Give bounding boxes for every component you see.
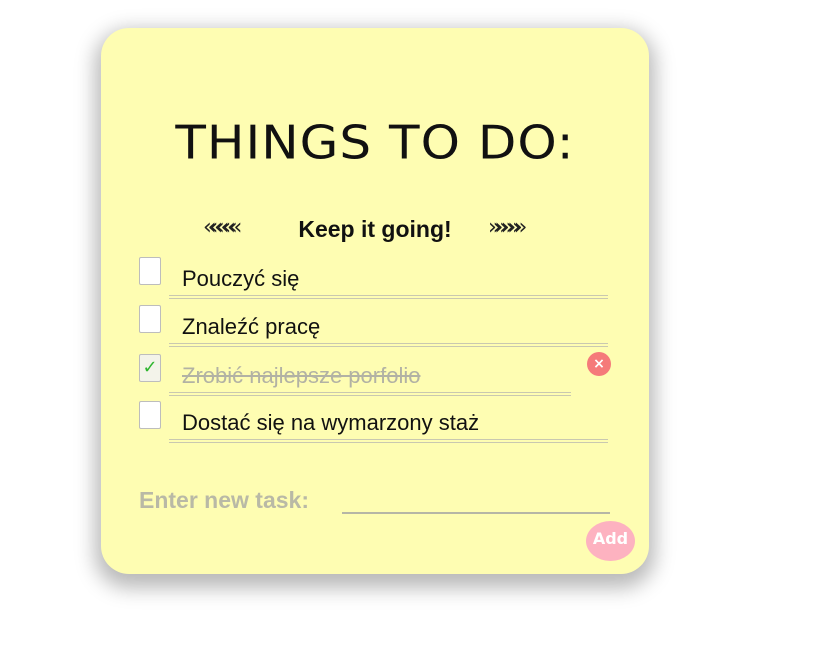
task-checkbox[interactable] [139, 305, 161, 333]
checkmark-icon: ✓ [142, 357, 158, 378]
delete-task-button[interactable]: × [587, 352, 611, 376]
page-title: THINGS TO DO: [175, 116, 575, 170]
subtitle: Keep it going! [298, 216, 452, 242]
task-item: Pouczyć się [101, 257, 649, 301]
task-text[interactable]: Znaleźć pracę [182, 313, 320, 341]
sticky-note: THINGS TO DO: ««««« Keep it going! »»»»»… [101, 28, 649, 574]
task-checkbox[interactable] [139, 257, 161, 285]
task-text[interactable]: Dostać się na wymarzony staż [182, 409, 479, 437]
task-underline [169, 295, 608, 299]
new-task-input[interactable] [342, 484, 610, 514]
task-text[interactable]: Pouczyć się [182, 265, 299, 293]
task-underline [169, 343, 608, 347]
task-item-completed: ✓ Zrobić najlepsze porfolio × [101, 352, 649, 398]
task-checkbox[interactable] [139, 401, 161, 429]
task-underline [169, 392, 571, 396]
subtitle-row: ««««« Keep it going! »»»»» [101, 214, 649, 246]
add-task-button[interactable]: Add [586, 521, 635, 561]
task-item: Dostać się na wymarzony staż [101, 401, 649, 445]
task-underline [169, 439, 608, 443]
task-text[interactable]: Zrobić najlepsze porfolio [182, 362, 420, 390]
close-icon: × [593, 356, 605, 372]
chevrons-right-icon: »»»»» [488, 215, 527, 240]
task-checkbox-checked[interactable]: ✓ [139, 354, 161, 382]
task-item: Znaleźć pracę [101, 305, 649, 349]
new-task-label: Enter new task: [139, 487, 309, 513]
